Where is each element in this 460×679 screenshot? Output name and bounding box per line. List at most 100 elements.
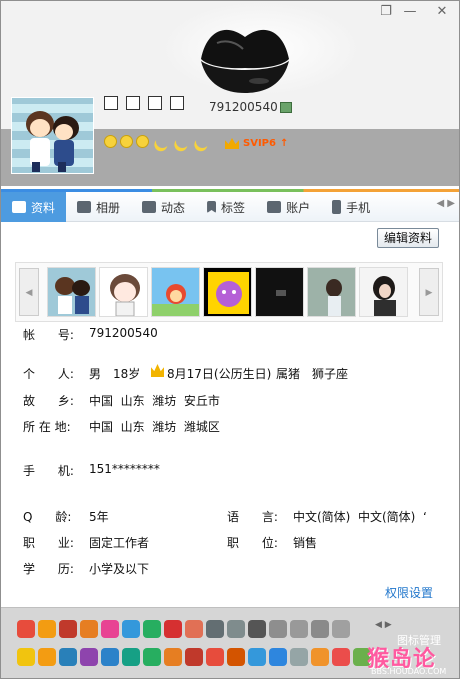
star-sign-value: 狮子座 (312, 367, 349, 381)
skin-icon[interactable]: ❐ (375, 3, 397, 21)
lips-cover-image (201, 29, 289, 93)
tab-tags[interactable]: 标签 (196, 192, 256, 222)
language-label: 语 言: (227, 510, 278, 524)
qage-label: Q 龄: (23, 510, 72, 524)
profile-window: ❐ — ✕ 791200540 SVIP6 ↑ 资料 相册 动态 标签 账户 手… (0, 0, 460, 679)
album-icon (77, 201, 92, 213)
calendar-icon[interactable] (227, 648, 245, 666)
music-icon[interactable] (38, 620, 56, 638)
cloud-icon[interactable] (248, 648, 266, 666)
love-icon[interactable] (101, 620, 119, 638)
chat-icon[interactable] (290, 620, 308, 638)
game-icon[interactable] (227, 620, 245, 638)
job-value: 固定工作者 (89, 536, 150, 550)
diamond-blue-icon[interactable] (122, 620, 140, 638)
shopping-icon[interactable] (206, 648, 224, 666)
profile-header: ❐ — ✕ 791200540 SVIP6 ↑ (1, 1, 459, 186)
feed-icon (142, 201, 157, 213)
nickname (104, 96, 184, 110)
heart-gray-icon[interactable] (206, 620, 224, 638)
account-label: 帐 号: (23, 328, 74, 342)
sun-level-icon (136, 135, 149, 148)
education-label: 学 历: (23, 562, 74, 576)
gender-value: 男 (89, 367, 102, 381)
forum-watermark: 猴岛论坛 BBS.HOUDAO.COM (363, 641, 457, 677)
tab-phone[interactable]: 手机 (321, 192, 381, 222)
location-value: 中国 山东 潍坊 潍城区 (89, 420, 220, 434)
tab-scroll-arrows[interactable]: ◀ ▶ (436, 198, 455, 209)
permission-settings-link[interactable]: 权限设置 (385, 584, 433, 601)
vip-icon[interactable] (185, 620, 203, 638)
ad-icon[interactable] (332, 648, 350, 666)
position-label: 职 位: (227, 536, 278, 550)
moon-level-icon (154, 133, 172, 151)
mail-icon[interactable] (101, 648, 119, 666)
photo-thumbnail[interactable] (307, 267, 356, 317)
moon-level-icon (194, 133, 212, 151)
watermark-url: BBS.HOUDAO.COM (371, 667, 447, 676)
gem-icon[interactable] (332, 620, 350, 638)
active-tab-caret (31, 215, 41, 220)
qage-value: 5年 (89, 510, 109, 524)
service-icon-row-2 (17, 648, 371, 666)
position-value: 销售 (293, 536, 318, 550)
photo-thumbnail[interactable] (99, 267, 148, 317)
sun-level-icon (120, 135, 133, 148)
photo-thumbnail[interactable] (47, 267, 96, 317)
crown-icon (225, 138, 239, 149)
sun-level-icon (104, 135, 117, 148)
photo-thumbnail[interactable] (151, 267, 200, 317)
avatar[interactable] (11, 97, 94, 174)
diamond-red-icon[interactable] (59, 620, 77, 638)
profile-card-icon (12, 201, 26, 213)
wallet-icon (267, 201, 282, 213)
photo-thumbnail[interactable] (203, 267, 252, 317)
svip-up-arrow: ↑ (279, 138, 289, 149)
download-icon[interactable] (164, 620, 182, 638)
weibo-icon[interactable] (122, 648, 140, 666)
pet-icon[interactable] (80, 620, 98, 638)
zodiac-value: 属猪 (276, 367, 301, 381)
video-icon[interactable] (80, 648, 98, 666)
education-value: 小学及以下 (89, 562, 150, 576)
age-value: 18岁 (113, 367, 141, 381)
strip-prev-button[interactable]: ◀ (19, 268, 39, 316)
print-icon[interactable] (248, 620, 266, 638)
photo-thumbnail[interactable] (255, 267, 304, 317)
lottery-icon[interactable] (311, 648, 329, 666)
pencil-icon[interactable] (164, 648, 182, 666)
qq-show-icon[interactable] (17, 620, 35, 638)
language-value: 中文(简体) 中文(简体) ‘ (293, 510, 427, 524)
qzone-icon[interactable] (17, 648, 35, 666)
photo-strip: ◀ ▶ (15, 262, 443, 322)
gift-icon[interactable] (185, 648, 203, 666)
edit-profile-button[interactable]: 编辑资料 (377, 228, 439, 248)
envelope-icon[interactable] (290, 648, 308, 666)
minimize-button[interactable]: — (399, 3, 421, 21)
link-icon[interactable] (311, 620, 329, 638)
share-icon[interactable] (269, 648, 287, 666)
hometown-value: 中国 山东 潍坊 安丘市 (89, 394, 220, 408)
svip-badge[interactable]: SVIP6 ↑ (225, 138, 288, 149)
phone-label: 手 机: (23, 464, 74, 478)
account-value: 791200540 (89, 326, 158, 340)
qq-game-icon[interactable] (59, 648, 77, 666)
strip-next-button[interactable]: ▶ (419, 268, 439, 316)
penguin-icon[interactable] (143, 648, 161, 666)
icon-bar-arrows[interactable]: ◀ ▶ (375, 620, 392, 630)
qq-level-icons[interactable] (104, 135, 209, 148)
photo-thumbnail[interactable] (359, 267, 408, 317)
friends-icon[interactable] (269, 620, 287, 638)
vip-number-icon (280, 102, 292, 113)
close-button[interactable]: ✕ (431, 3, 453, 21)
star-icon[interactable] (38, 648, 56, 666)
tab-feed[interactable]: 动态 (131, 192, 196, 222)
tab-account[interactable]: 账户 (256, 192, 321, 222)
location-label: 所 在 地: (23, 420, 71, 434)
qq-number: 791200540 (209, 100, 278, 114)
tab-bar: 资料 相册 动态 标签 账户 手机 ◀ ▶ (1, 186, 459, 222)
phone-icon (332, 200, 342, 214)
svip-label: SVIP6 (243, 138, 276, 149)
tab-album[interactable]: 相册 (66, 192, 131, 222)
diamond-green-icon[interactable] (143, 620, 161, 638)
